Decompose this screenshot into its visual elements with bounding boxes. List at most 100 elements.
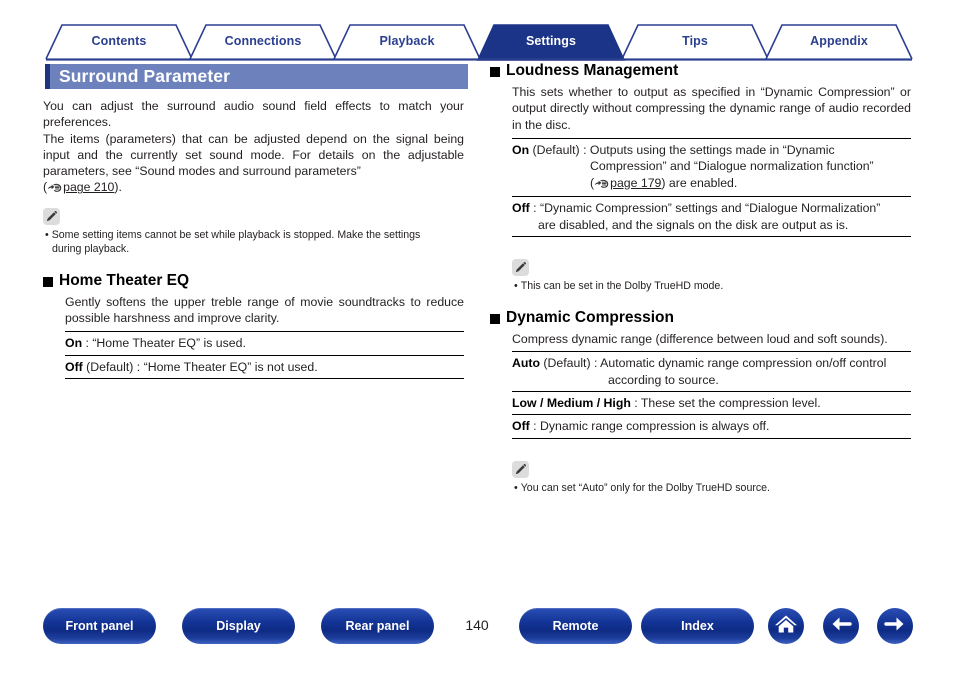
note-2-text: • This can be set in the Dolby TrueHD mod… xyxy=(512,279,911,293)
footer-bar: Front panel Display Rear panel 140 Remot… xyxy=(0,608,954,648)
option-key-loudness-on: On xyxy=(512,142,530,157)
display-button[interactable]: Display xyxy=(182,608,295,644)
page-number: 140 xyxy=(465,617,489,633)
option-default-off: (Default) xyxy=(82,359,134,374)
arrow-right-icon xyxy=(883,614,907,639)
note-1-bullet: • xyxy=(45,228,49,241)
tab-connections-label: Connections xyxy=(224,33,302,48)
option-default-loudness-on: (Default) xyxy=(529,142,580,157)
tab-appendix[interactable]: Appendix xyxy=(766,22,912,59)
page-reference-link-210[interactable]: (page 210). xyxy=(43,180,122,194)
home-button[interactable] xyxy=(768,608,804,644)
option-key-levels: Low / Medium / High xyxy=(512,396,631,411)
section-loudness-management-body: This sets whether to output as specified… xyxy=(490,84,911,237)
option-key-on: On xyxy=(65,336,83,351)
option-key-off: Off xyxy=(65,359,83,374)
option-text-levels: : These set the compression level. xyxy=(630,396,821,411)
link-paren-close: ). xyxy=(114,180,122,195)
top-tab-bar: Contents Connections Playback Settings T… xyxy=(0,22,954,61)
option-sep-loudness-on: : xyxy=(579,142,590,157)
display-button-label: Display xyxy=(216,619,261,633)
option-loudness-on-line-3-tail: ) are enabled. xyxy=(661,175,738,190)
option-text-off: : “Home Theater EQ” is not used. xyxy=(133,359,318,374)
section-heading-loudness-management: Loudness Management xyxy=(490,62,911,80)
arrow-left-icon xyxy=(829,614,853,639)
page-reference-text-210: page 210 xyxy=(63,180,115,195)
option-row-on: On : “Home Theater EQ” is used. xyxy=(65,331,464,354)
right-column: Loudness Management This sets whether to… xyxy=(490,62,911,495)
square-bullet-icon xyxy=(490,313,500,324)
section-heading-dynamic-compression-label: Dynamic Compression xyxy=(506,308,674,326)
option-row-auto: Auto (Default) : Automatic dynamic range… xyxy=(512,351,911,391)
section-loudness-management: Loudness Management This sets whether to… xyxy=(490,62,911,237)
back-button[interactable] xyxy=(823,608,859,644)
pencil-icon xyxy=(512,460,529,478)
option-auto-line-2: according to source. xyxy=(608,372,719,387)
section-dynamic-compression: Dynamic Compression Compress dynamic ran… xyxy=(490,309,911,439)
forward-button[interactable] xyxy=(877,608,913,644)
note-block-1: • Some setting items cannot be set while … xyxy=(43,207,464,256)
tab-playback-label: Playback xyxy=(379,33,435,48)
rear-panel-button-label: Rear panel xyxy=(345,619,410,633)
note-block-3: • You can set “Auto” only for the Dolby T… xyxy=(490,460,911,495)
tab-tips-label: Tips xyxy=(682,33,708,48)
index-button[interactable]: Index xyxy=(641,608,754,644)
section-description-loudness-management: This sets whether to output as specified… xyxy=(512,85,911,132)
section-heading-loudness-management-label: Loudness Management xyxy=(506,62,679,79)
option-loudness-on-line-2: Compression” and “Dialogue normalization… xyxy=(590,159,874,174)
section-description-home-theater-eq: Gently softens the upper treble range of… xyxy=(65,294,464,326)
tab-settings-label: Settings xyxy=(525,33,577,48)
option-text-dyn-off: : Dynamic range compression is always of… xyxy=(529,419,770,434)
section-heading-dynamic-compression: Dynamic Compression xyxy=(490,309,911,327)
option-loudness-off-line-1: “Dynamic Compression” settings and “Dial… xyxy=(540,201,881,216)
page-title: Surround Parameter xyxy=(59,66,231,86)
option-row-loudness-off: Off : “Dynamic Compression” settings and… xyxy=(512,196,911,237)
intro-paragraph-2: The items (parameters) that can be adjus… xyxy=(43,131,464,198)
remote-button[interactable]: Remote xyxy=(519,608,632,644)
page-title-banner: Surround Parameter xyxy=(45,64,468,89)
tab-tips[interactable]: Tips xyxy=(622,22,768,59)
option-row-levels: Low / Medium / High : These set the comp… xyxy=(512,391,911,414)
pencil-icon xyxy=(512,258,529,276)
page-reference-text-179: page 179 xyxy=(610,175,662,190)
tab-connections[interactable]: Connections xyxy=(190,22,336,59)
option-sep-auto: : xyxy=(590,356,601,371)
square-bullet-icon xyxy=(43,276,53,287)
page-reference-link-179[interactable]: (page 179 xyxy=(590,176,661,190)
section-home-theater-eq: Home Theater EQ Gently softens the upper… xyxy=(43,272,464,380)
intro-paragraph-2-text: The items (parameters) that can be adjus… xyxy=(43,131,464,179)
tab-settings[interactable]: Settings xyxy=(478,22,624,59)
square-bullet-icon xyxy=(490,67,500,77)
option-sep-loudness-off: : xyxy=(529,201,541,216)
pointing-hand-icon xyxy=(594,177,609,193)
option-key-dyn-off: Off xyxy=(512,419,530,434)
note-3-bullet: • xyxy=(514,481,518,494)
option-row-dyn-off: Off : Dynamic range compression is alway… xyxy=(512,414,911,439)
note-2-bullet: • xyxy=(514,279,518,292)
option-loudness-on-line-3: (page 179) are enabled. xyxy=(512,175,909,193)
section-heading-home-theater-eq: Home Theater EQ xyxy=(43,272,464,290)
option-loudness-off-line-2: are disabled, and the signals on the dis… xyxy=(538,217,849,232)
tab-contents[interactable]: Contents xyxy=(46,22,192,59)
option-auto-line-1: Automatic dynamic range compression on/o… xyxy=(600,356,887,371)
note-3-line-1: You can set “Auto” only for the Dolby Tr… xyxy=(520,481,770,494)
option-loudness-on-line-1: Outputs using the settings made in “Dyna… xyxy=(589,142,835,157)
intro-paragraph-1: You can adjust the surround audio sound … xyxy=(43,99,464,130)
home-icon xyxy=(774,613,798,640)
option-key-auto: Auto xyxy=(512,356,540,371)
section-heading-home-theater-eq-label: Home Theater EQ xyxy=(59,271,190,289)
tab-contents-label: Contents xyxy=(91,33,147,48)
front-panel-button[interactable]: Front panel xyxy=(43,608,156,644)
rear-panel-button[interactable]: Rear panel xyxy=(321,608,434,644)
front-panel-button-label: Front panel xyxy=(65,619,134,633)
note-3-text: • You can set “Auto” only for the Dolby T… xyxy=(512,481,911,495)
tab-playback[interactable]: Playback xyxy=(334,22,480,59)
section-home-theater-eq-body: Gently softens the upper treble range of… xyxy=(43,294,464,380)
pencil-icon xyxy=(43,207,60,225)
option-text-on: : “Home Theater EQ” is used. xyxy=(82,336,246,351)
remote-button-label: Remote xyxy=(552,619,599,633)
note-1-text: • Some setting items cannot be set while … xyxy=(43,228,464,256)
index-button-label: Index xyxy=(681,619,714,633)
option-default-auto: (Default) xyxy=(540,356,591,371)
option-key-loudness-off: Off xyxy=(512,201,530,216)
